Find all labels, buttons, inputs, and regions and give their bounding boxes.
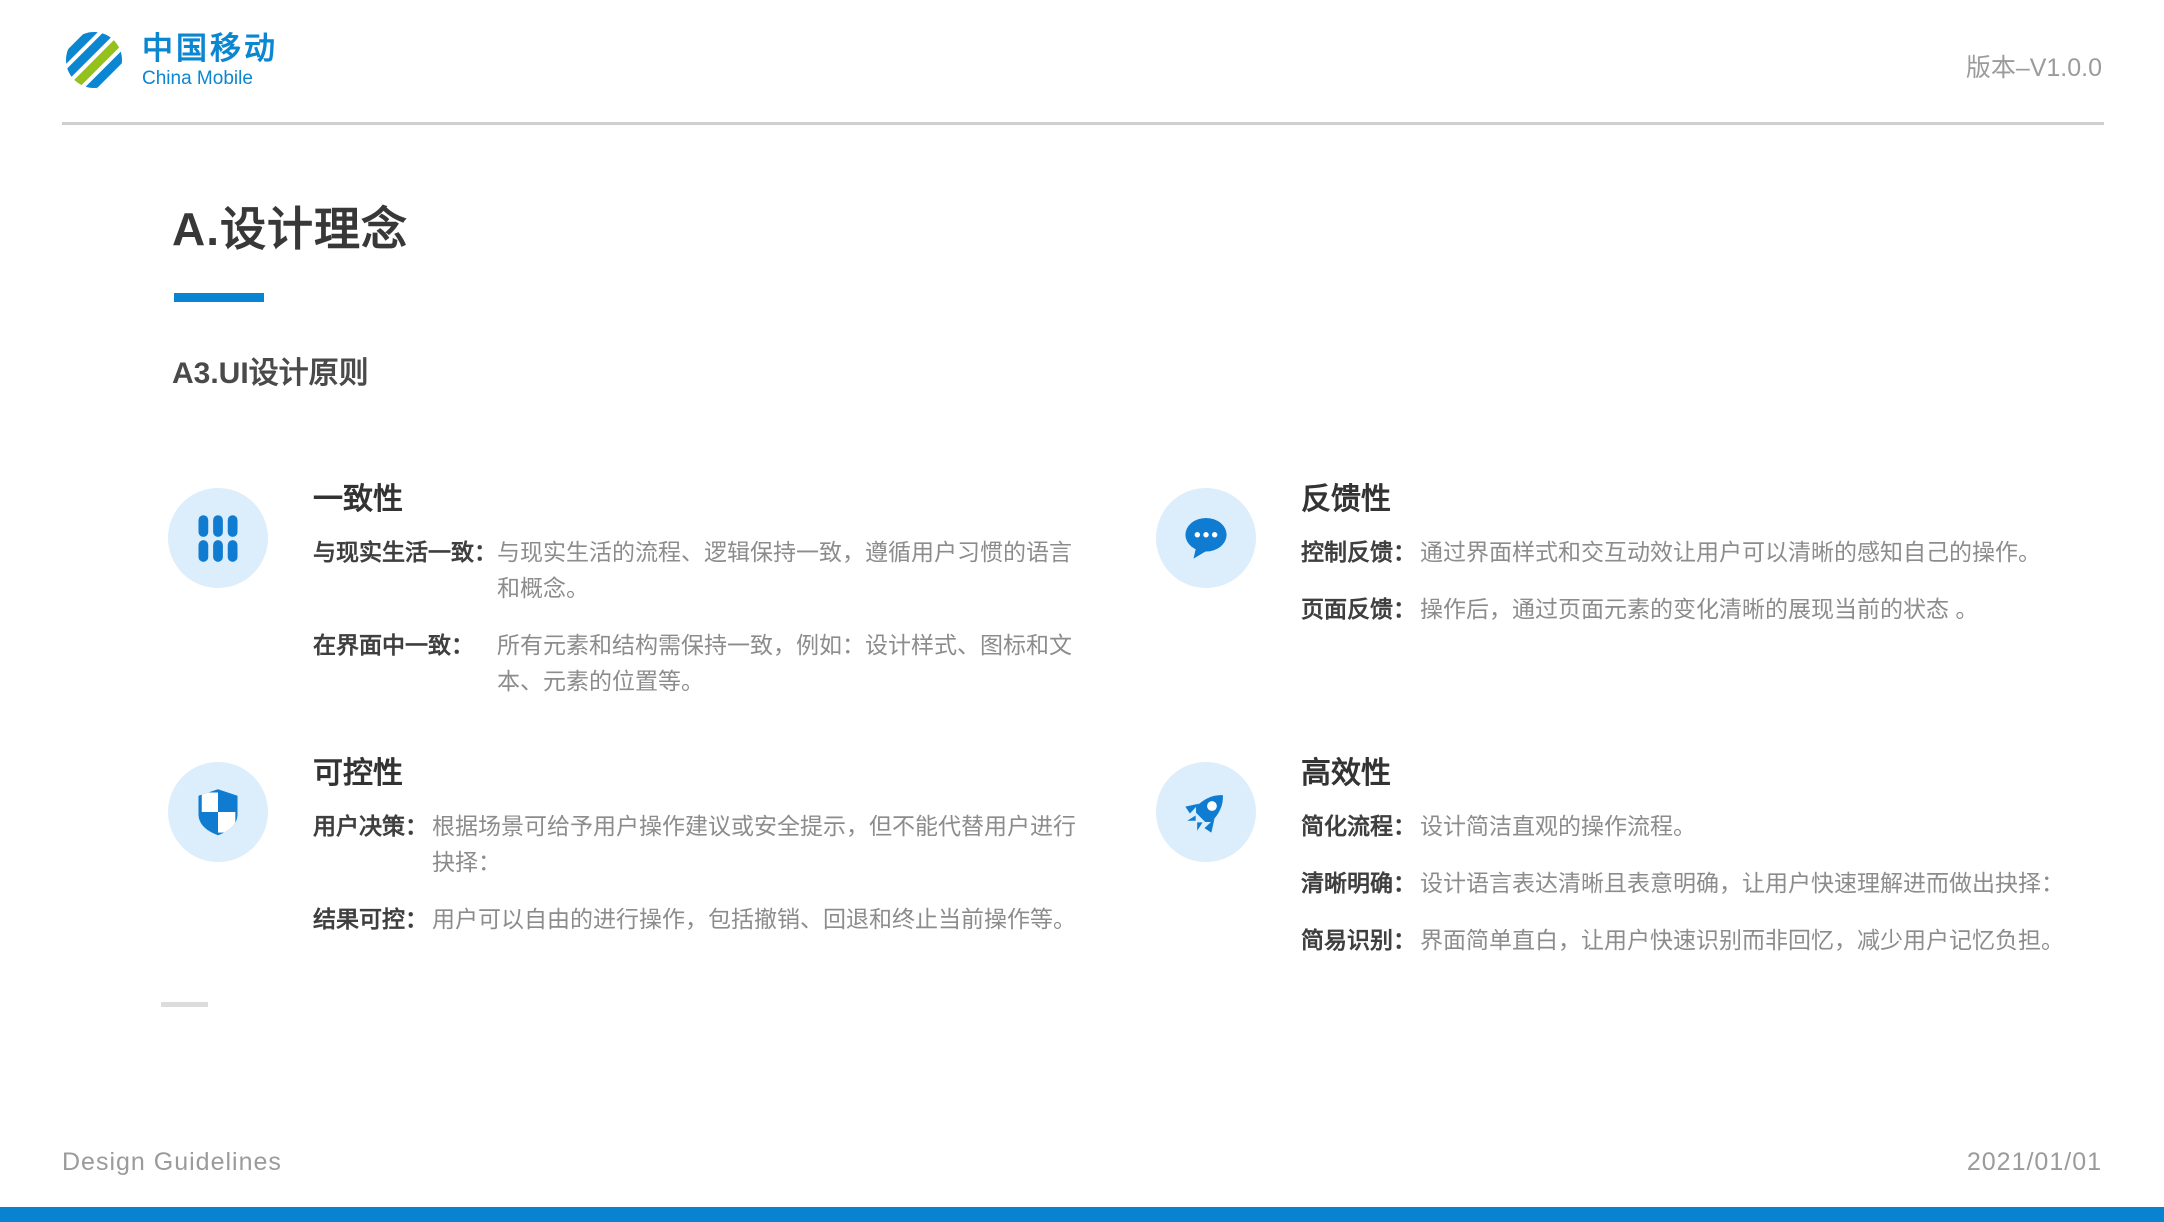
principle-item: 简易识别： 界面简单直白，让用户快速识别而非回忆，减少用户记忆负担。 bbox=[1301, 922, 2104, 958]
principle-items: 控制反馈： 通过界面样式和交互动效让用户可以清晰的感知自己的操作。 页面反馈： … bbox=[1301, 534, 2104, 627]
principle-item: 用户决策： 根据场景可给予用户操作建议或安全提示，但不能代替用户进行抉择： bbox=[313, 808, 1080, 880]
principle-item: 清晰明确： 设计语言表达清晰且表意明确，让用户快速理解进而做出抉择： bbox=[1301, 865, 2104, 901]
principle-item: 结果可控： 用户可以自由的进行操作，包括撤销、回退和终止当前操作等。 bbox=[313, 901, 1080, 937]
principle-card-content: 反馈性 控制反馈： 通过界面样式和交互动效让用户可以清晰的感知自己的操作。 页面… bbox=[1301, 480, 2104, 627]
principle-item-label: 控制反馈： bbox=[1301, 534, 1416, 570]
header: 中国移动 China Mobile 版本–V1.0.0 bbox=[0, 0, 2164, 125]
principle-item-text: 与现实生活的流程、逻辑保持一致，遵循用户习惯的语言和概念。 bbox=[497, 534, 1080, 606]
principle-card-efficiency: 高效性 简化流程： 设计简洁直观的操作流程。 清晰明确： 设计语言表达清晰且表意… bbox=[1156, 754, 2104, 958]
principle-item: 在界面中一致： 所有元素和结构需保持一致，例如：设计样式、图标和文本、元素的位置… bbox=[313, 627, 1080, 699]
principle-icon-circle bbox=[1156, 762, 1256, 862]
rocket-icon bbox=[1180, 786, 1232, 838]
principle-item-text: 根据场景可给予用户操作建议或安全提示，但不能代替用户进行抉择： bbox=[432, 808, 1080, 880]
footer: Design Guidelines 2021/01/01 bbox=[62, 1148, 2102, 1177]
bottom-accent-bar bbox=[0, 1207, 2164, 1222]
principle-item: 控制反馈： 通过界面样式和交互动效让用户可以清晰的感知自己的操作。 bbox=[1301, 534, 2104, 570]
footer-right-date: 2021/01/01 bbox=[1967, 1148, 2102, 1177]
principle-item-label: 与现实生活一致： bbox=[313, 534, 493, 570]
principle-items: 与现实生活一致： 与现实生活的流程、逻辑保持一致，遵循用户习惯的语言和概念。 在… bbox=[313, 534, 1080, 699]
principle-icon-circle bbox=[1156, 488, 1256, 588]
principle-card-content: 一致性 与现实生活一致： 与现实生活的流程、逻辑保持一致，遵循用户习惯的语言和概… bbox=[313, 480, 1080, 699]
principle-icon-circle bbox=[168, 762, 268, 862]
china-mobile-logo-mark-icon bbox=[62, 28, 126, 92]
principle-item-label: 结果可控： bbox=[313, 901, 428, 937]
principle-card-content: 高效性 简化流程： 设计简洁直观的操作流程。 清晰明确： 设计语言表达清晰且表意… bbox=[1301, 754, 2104, 958]
principle-item-text: 所有元素和结构需保持一致，例如：设计样式、图标和文本、元素的位置等。 bbox=[497, 627, 1080, 699]
design-guidelines-page: 中国移动 China Mobile 版本–V1.0.0 A.设计理念 A3.UI… bbox=[0, 0, 2164, 1222]
principle-item-label: 清晰明确： bbox=[1301, 865, 1416, 901]
principle-card-feedback: 反馈性 控制反馈： 通过界面样式和交互动效让用户可以清晰的感知自己的操作。 页面… bbox=[1156, 480, 2104, 699]
principle-icon-circle bbox=[168, 488, 268, 588]
principle-item-label: 在界面中一致： bbox=[313, 627, 493, 663]
section-subtitle: A3.UI设计原则 bbox=[172, 348, 2104, 392]
principle-item-text: 通过界面样式和交互动效让用户可以清晰的感知自己的操作。 bbox=[1420, 534, 2041, 570]
principle-card-control: 可控性 用户决策： 根据场景可给予用户操作建议或安全提示，但不能代替用户进行抉择… bbox=[168, 754, 1080, 958]
principle-item-text: 操作后，通过页面元素的变化清晰的展现当前的状态 。 bbox=[1420, 591, 1978, 627]
principle-items: 用户决策： 根据场景可给予用户操作建议或安全提示，但不能代替用户进行抉择： 结果… bbox=[313, 808, 1080, 937]
grid-icon bbox=[192, 512, 244, 564]
principle-card-consistency: 一致性 与现实生活一致： 与现实生活的流程、逻辑保持一致，遵循用户习惯的语言和概… bbox=[168, 480, 1080, 699]
china-mobile-logo: 中国移动 China Mobile bbox=[62, 28, 278, 92]
decorative-dash bbox=[161, 1002, 208, 1007]
principle-item-text: 界面简单直白，让用户快速识别而非回忆，减少用户记忆负担。 bbox=[1420, 922, 2064, 958]
page-title: A.设计理念 bbox=[172, 193, 2104, 259]
principle-title: 一致性 bbox=[313, 480, 1080, 520]
principle-item-text: 用户可以自由的进行操作，包括撤销、回退和终止当前操作等。 bbox=[432, 901, 1076, 937]
title-accent-bar bbox=[174, 293, 264, 302]
principle-item-label: 简化流程： bbox=[1301, 808, 1416, 844]
version-label: 版本–V1.0.0 bbox=[1966, 48, 2102, 84]
principle-item-text: 设计语言表达清晰且表意明确，让用户快速理解进而做出抉择： bbox=[1420, 865, 2064, 901]
principle-title: 反馈性 bbox=[1301, 480, 2104, 520]
principle-item: 与现实生活一致： 与现实生活的流程、逻辑保持一致，遵循用户习惯的语言和概念。 bbox=[313, 534, 1080, 606]
main-content: A.设计理念 A3.UI设计原则 bbox=[0, 125, 2164, 958]
principle-item-label: 简易识别： bbox=[1301, 922, 1416, 958]
principle-items: 简化流程： 设计简洁直观的操作流程。 清晰明确： 设计语言表达清晰且表意明确，让… bbox=[1301, 808, 2104, 958]
principle-title: 高效性 bbox=[1301, 754, 2104, 794]
principle-card-content: 可控性 用户决策： 根据场景可给予用户操作建议或安全提示，但不能代替用户进行抉择… bbox=[313, 754, 1080, 937]
principles-grid: 一致性 与现实生活一致： 与现实生活的流程、逻辑保持一致，遵循用户习惯的语言和概… bbox=[168, 480, 2104, 958]
principle-title: 可控性 bbox=[313, 754, 1080, 794]
principle-item: 简化流程： 设计简洁直观的操作流程。 bbox=[1301, 808, 2104, 844]
logo-text: 中国移动 China Mobile bbox=[142, 31, 278, 90]
principle-item-label: 页面反馈： bbox=[1301, 591, 1416, 627]
chat-bubble-icon bbox=[1180, 512, 1232, 564]
principle-item: 页面反馈： 操作后，通过页面元素的变化清晰的展现当前的状态 。 bbox=[1301, 591, 2104, 627]
shield-icon bbox=[192, 786, 244, 838]
principle-item-label: 用户决策： bbox=[313, 808, 428, 844]
logo-text-en: China Mobile bbox=[142, 67, 278, 90]
logo-text-zh: 中国移动 bbox=[142, 31, 278, 67]
principle-item-text: 设计简洁直观的操作流程。 bbox=[1420, 808, 1696, 844]
footer-left-label: Design Guidelines bbox=[62, 1148, 282, 1177]
